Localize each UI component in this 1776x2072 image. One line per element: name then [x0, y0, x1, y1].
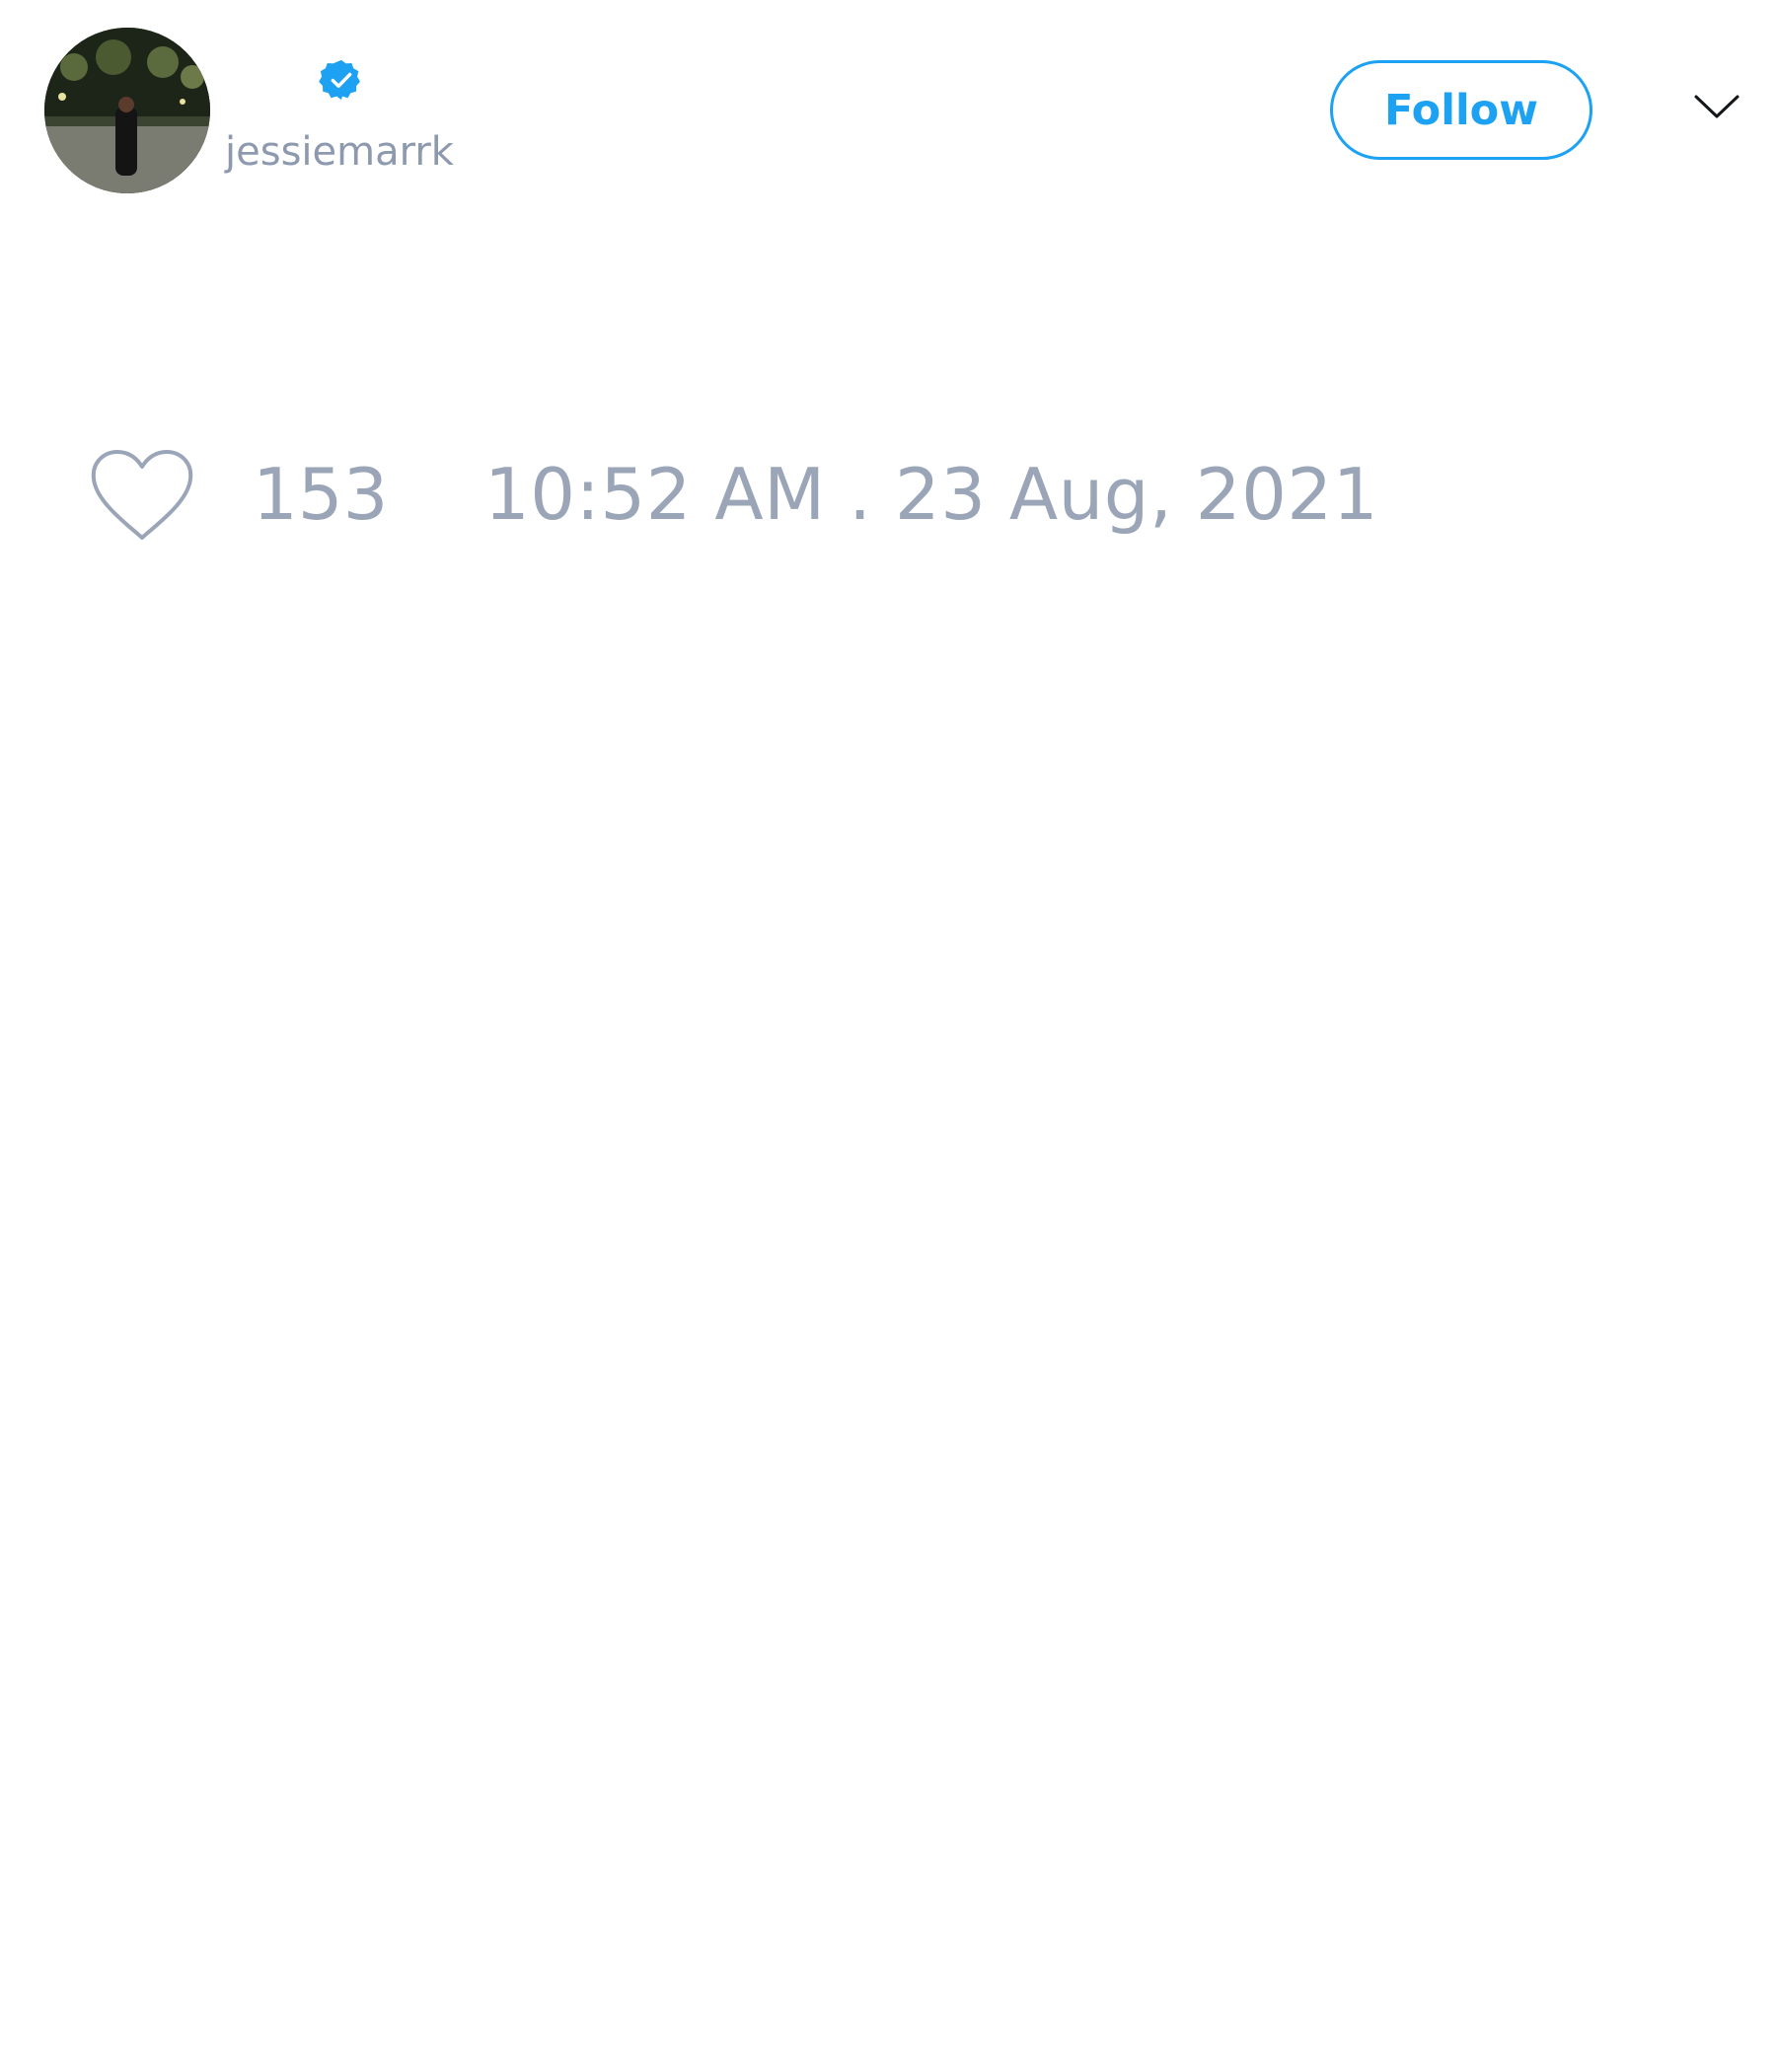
like-count: 153 — [253, 453, 389, 536]
avatar-photo — [44, 28, 210, 193]
heart-icon[interactable] — [90, 448, 194, 543]
follow-button[interactable]: Follow — [1330, 60, 1592, 160]
verified-badge-icon — [319, 59, 360, 101]
chevron-down-icon[interactable] — [1693, 91, 1740, 122]
author-handle[interactable]: jessiemarrk — [225, 124, 454, 180]
tweet-timestamp[interactable]: 10:52 AM . 23 Aug, 2021 — [484, 452, 1378, 537]
avatar[interactable] — [44, 28, 210, 193]
